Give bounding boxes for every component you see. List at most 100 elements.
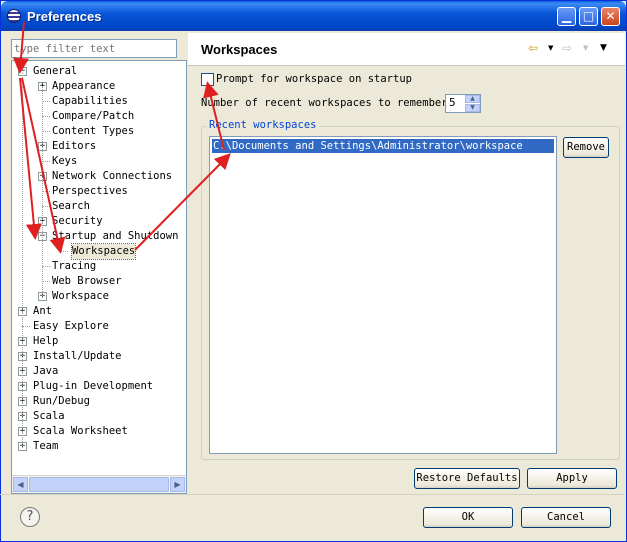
tree-item[interactable]: Appearance [52, 79, 115, 94]
tree-item[interactable]: Keys [52, 154, 77, 169]
tree-item-label: Compare/Patch [52, 110, 135, 122]
recent-count-spinner[interactable]: 5 ▲ ▼ [445, 94, 481, 113]
tree-item[interactable]: Content Types [52, 124, 134, 139]
tree-item[interactable]: General [33, 64, 77, 79]
tree-item-label: Tracing [52, 260, 97, 272]
minimize-button[interactable]: ▁ [557, 7, 576, 26]
tree-item[interactable]: Java [33, 364, 58, 379]
tree-item[interactable]: Editors [52, 139, 96, 154]
tree-item-label: Appearance [52, 80, 116, 92]
tree-item[interactable]: Ant [33, 304, 52, 319]
tree-item-label: Editors [52, 140, 97, 152]
tree-item-label: Startup and Shutdown [52, 230, 179, 242]
page-header: Workspaces ⇦ ▼ ⇨ ▼ ▼ [188, 33, 625, 66]
tree-item-label: Team [33, 440, 59, 452]
forward-history-dropdown-icon[interactable]: ▼ [583, 44, 588, 52]
tree-item-label: Install/Update [33, 350, 122, 362]
tree-item[interactable]: Perspectives [52, 184, 128, 199]
filter-input[interactable] [14, 41, 174, 56]
page-title: Workspaces [201, 42, 278, 57]
spinner-up-button[interactable]: ▲ [465, 95, 480, 103]
tree-connector [42, 131, 50, 132]
preferences-tree: ◀ ▶ General − Appearance + Capabilities Compa… [11, 60, 187, 494]
tree-connector [42, 266, 50, 267]
chevron-up-icon: ▲ [470, 95, 475, 102]
tree-item-label: Workspace [52, 290, 109, 302]
tree-item[interactable]: Help [33, 334, 58, 349]
tree-item[interactable]: Web Browser [52, 274, 122, 289]
tree-item[interactable]: Run/Debug [33, 394, 90, 409]
recent-count-value[interactable]: 5 [449, 96, 456, 109]
chevron-down-icon: ▼ [470, 104, 475, 111]
tree-guide [42, 86, 43, 296]
tree-item-label: Keys [52, 155, 78, 167]
tree-item-label: Capabilities [52, 95, 128, 107]
tree-item[interactable]: Plug-in Development [33, 379, 153, 394]
tree-item-label: Help [33, 335, 59, 347]
forward-arrow-icon[interactable]: ⇨ [562, 41, 572, 55]
cancel-button[interactable]: Cancel [521, 507, 611, 528]
filter-field[interactable] [11, 39, 177, 58]
scroll-right-button[interactable]: ▶ [170, 477, 185, 492]
tree-item-label: Security [52, 215, 103, 227]
tree-item[interactable]: Workspaces [70, 243, 137, 260]
spinner-down-button[interactable]: ▼ [465, 104, 480, 112]
back-arrow-icon[interactable]: ⇦ [528, 41, 538, 55]
tree-item-label: Network Connections [52, 170, 173, 182]
close-icon: ✕ [605, 9, 616, 23]
tree-connector [42, 281, 50, 282]
scroll-left-button[interactable]: ◀ [13, 477, 28, 492]
view-menu-icon[interactable]: ▼ [600, 43, 607, 53]
tree-connector [42, 206, 50, 207]
tree-item[interactable]: Scala Worksheet [33, 424, 128, 439]
tree-connector [42, 191, 50, 192]
tree-guide [22, 73, 23, 448]
tree-item-label: Perspectives [52, 185, 128, 197]
tree-connector [22, 326, 30, 327]
window-title: Preferences [27, 9, 102, 24]
tree-item[interactable]: Security [52, 214, 103, 229]
tree-item-label: Content Types [52, 125, 135, 137]
tree-item[interactable]: Scala [33, 409, 65, 424]
footer-separator [0, 494, 625, 495]
tree-item[interactable]: Install/Update [33, 349, 122, 364]
eclipse-icon [7, 9, 21, 23]
title-bar[interactable]: Preferences ▁ □ ✕ [1, 1, 626, 31]
maximize-button[interactable]: □ [579, 7, 598, 26]
ok-button[interactable]: OK [423, 507, 513, 528]
recent-workspaces-list[interactable]: C:\Documents and Settings\Administrator\… [209, 136, 557, 454]
tree-horizontal-scrollbar[interactable]: ◀ ▶ [12, 475, 186, 493]
tree-item[interactable]: Workspace [52, 289, 109, 304]
chevron-left-icon: ◀ [17, 480, 24, 489]
tree-item-label: Java [33, 365, 59, 377]
tree-connector [42, 116, 50, 117]
recent-workspaces-title: Recent workspaces [206, 119, 320, 131]
tree-item[interactable]: Team [33, 439, 58, 454]
tree-item-label: Easy Explore [33, 320, 109, 332]
tree-item-label: Plug-in Development [33, 380, 154, 392]
tree-item[interactable]: Easy Explore [33, 319, 109, 334]
tree-item-label: Scala [33, 410, 65, 422]
tree-item[interactable]: Compare/Patch [52, 109, 134, 124]
restore-defaults-button[interactable]: Restore Defaults [414, 468, 520, 489]
back-history-dropdown-icon[interactable]: ▼ [548, 44, 553, 52]
chevron-right-icon: ▶ [174, 480, 181, 489]
prompt-workspace-label: Prompt for workspace on startup [216, 73, 412, 85]
tree-item-label: Workspaces [72, 245, 136, 257]
tree-item[interactable]: Search [52, 199, 90, 214]
tree-item-label: General [33, 65, 78, 77]
close-button[interactable]: ✕ [601, 7, 620, 26]
tree-item[interactable]: Startup and Shutdown [52, 229, 178, 244]
prompt-workspace-checkbox[interactable] [201, 73, 214, 86]
tree-item-label: Web Browser [52, 275, 122, 287]
tree-item[interactable]: Network Connections [52, 169, 172, 184]
remove-button[interactable]: Remove [563, 137, 609, 158]
tree-item[interactable]: Capabilities [52, 94, 128, 109]
tree-item-label: Ant [33, 305, 52, 317]
scroll-thumb[interactable] [29, 477, 169, 492]
recent-count-label: Number of recent workspaces to remember: [201, 97, 454, 109]
tree-item[interactable]: Tracing [52, 259, 96, 274]
list-item[interactable]: C:\Documents and Settings\Administrator\… [212, 139, 554, 153]
apply-button[interactable]: Apply [527, 468, 617, 489]
help-icon[interactable]: ? [20, 507, 40, 527]
